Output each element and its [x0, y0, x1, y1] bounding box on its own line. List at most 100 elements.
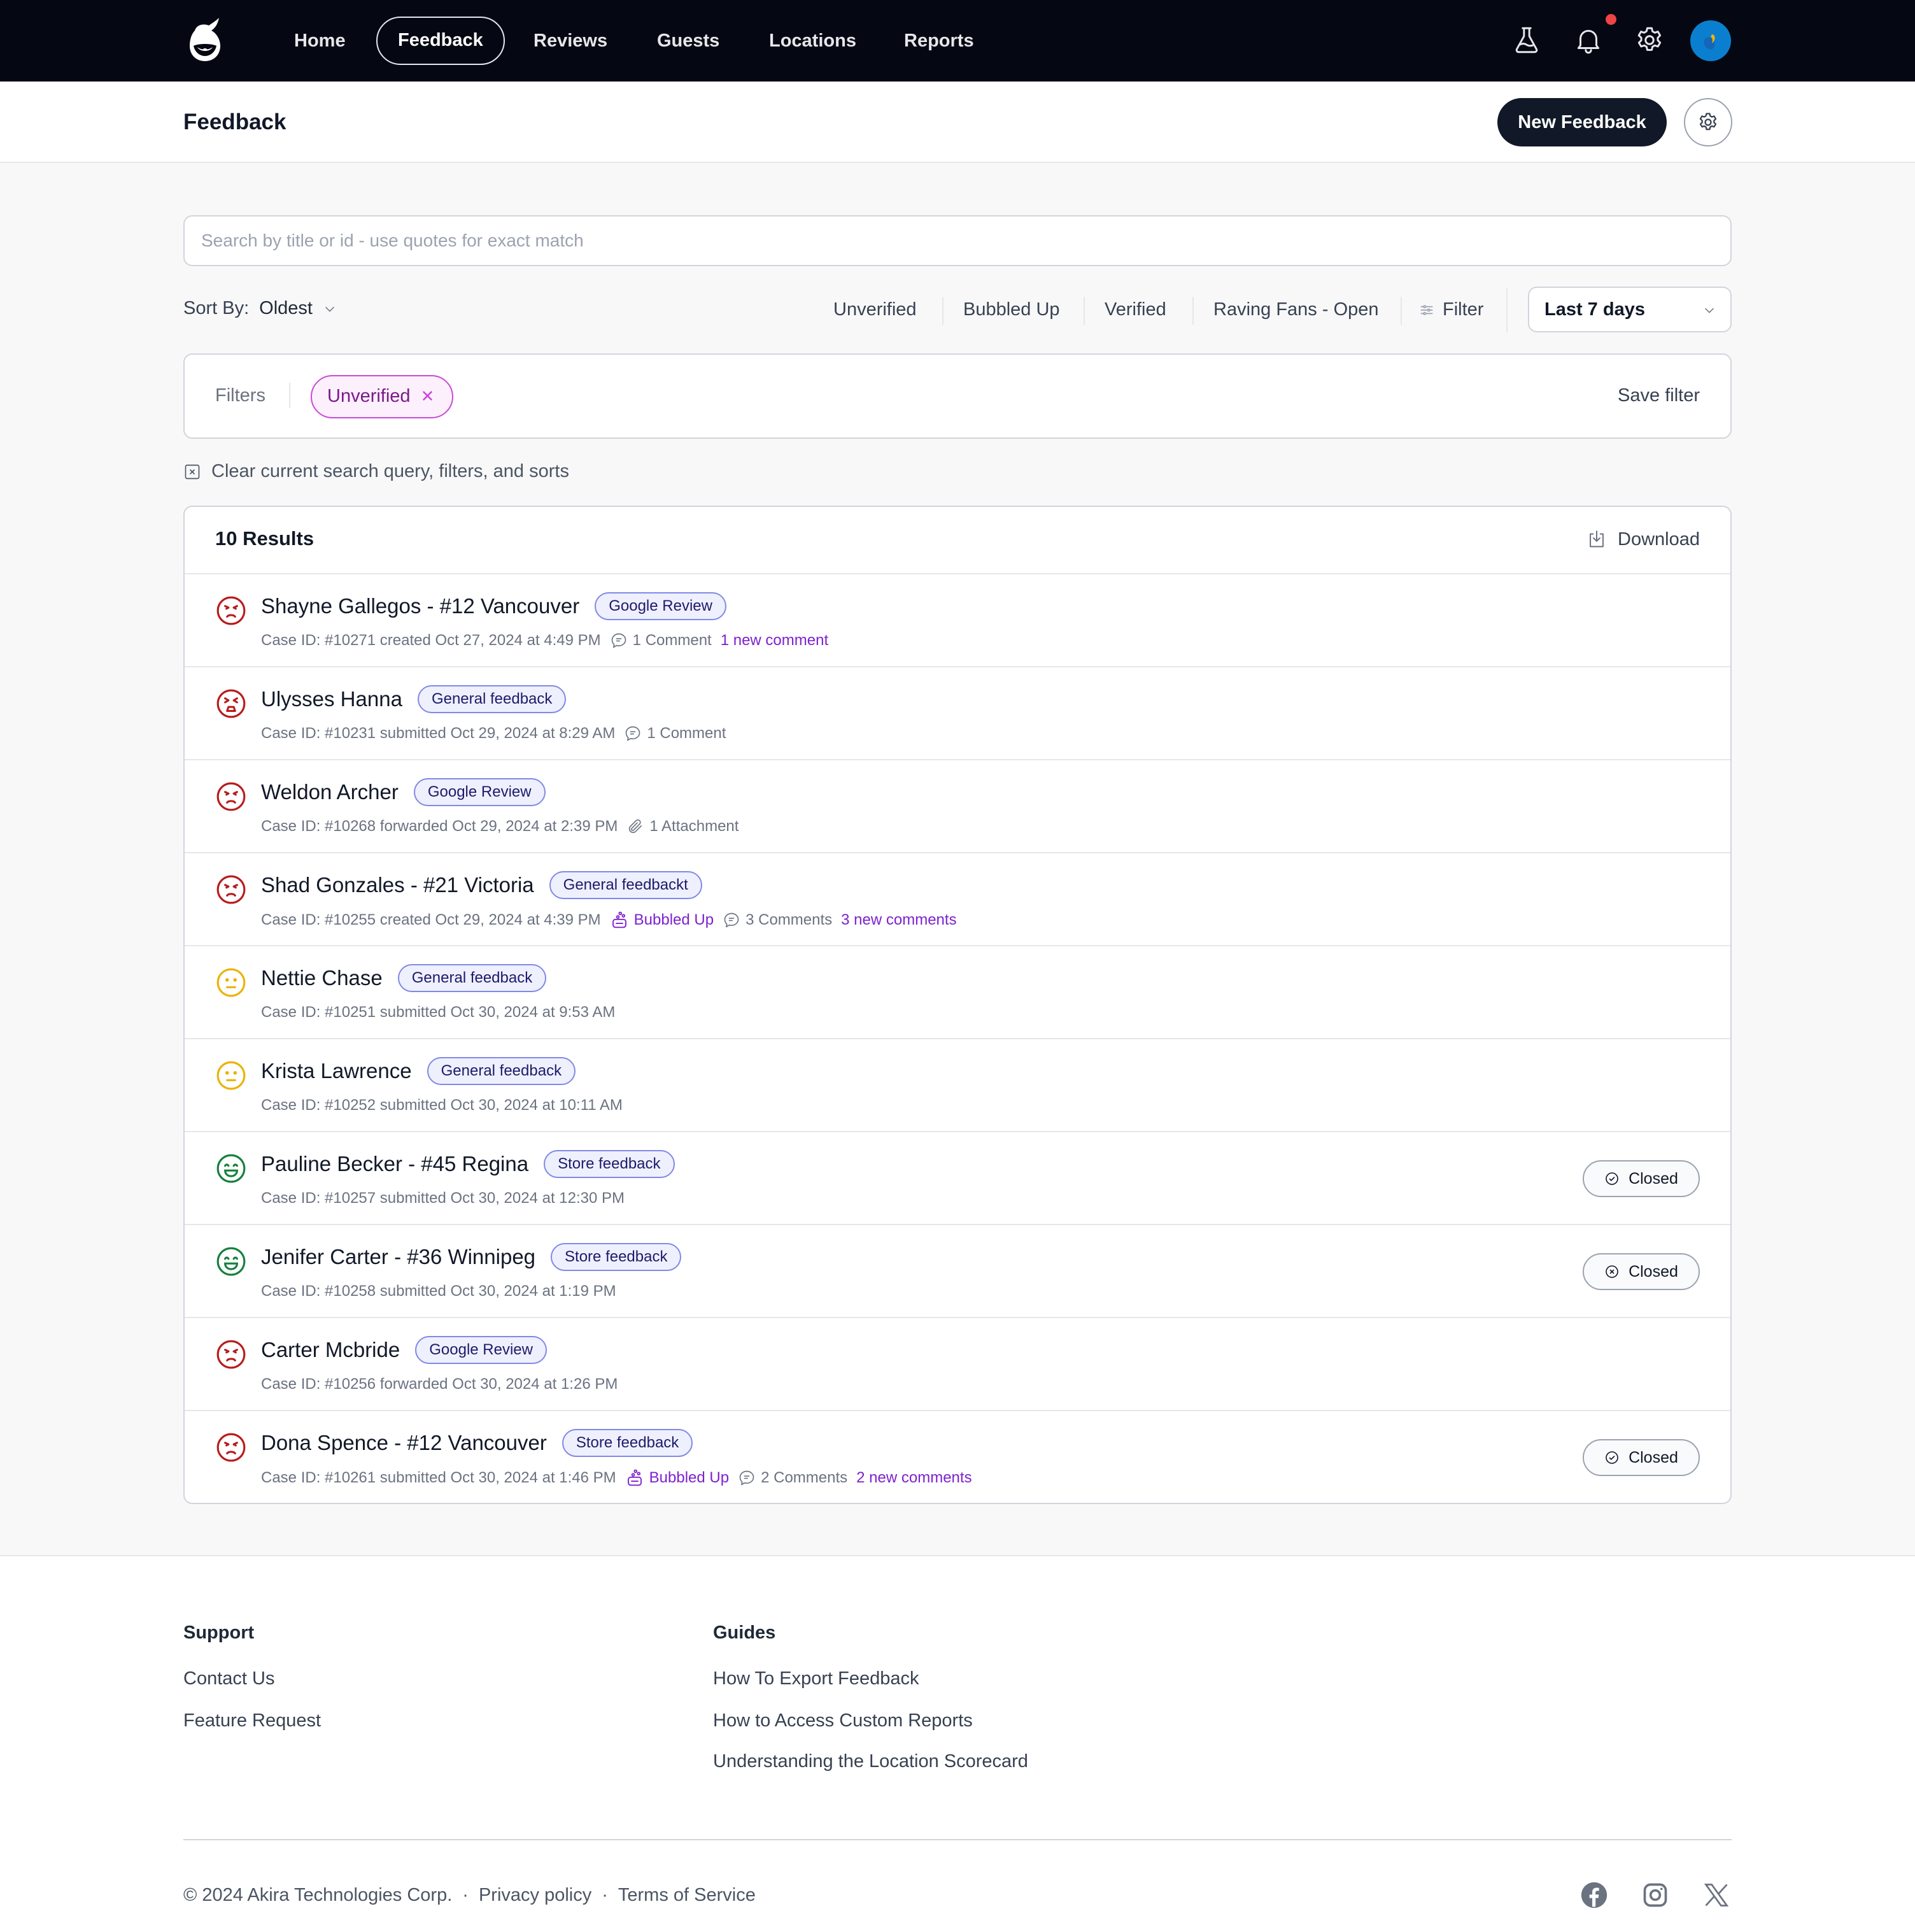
comment-count-item[interactable]: 2 Comments	[738, 1469, 847, 1487]
feedback-title[interactable]: Carter Mcbride	[261, 1338, 400, 1362]
angry-face-icon	[215, 1339, 247, 1370]
feedback-title[interactable]: Krista Lawrence	[261, 1059, 412, 1083]
new-comments-link-item[interactable]: 3 new comments	[841, 911, 956, 929]
feedback-row[interactable]: Dona Spence - #12 Vancouver Store feedba…	[185, 1411, 1730, 1503]
feedback-row[interactable]: Shayne Gallegos - #12 Vancouver Google R…	[185, 574, 1730, 667]
bell-icon[interactable]	[1572, 24, 1604, 56]
filter-chip-unverified[interactable]: Unverified ✕	[311, 375, 454, 418]
save-filter-button[interactable]: Save filter	[1618, 385, 1700, 406]
feedback-title[interactable]: Shayne Gallegos - #12 Vancouver	[261, 594, 579, 618]
nav-reviews[interactable]: Reviews	[513, 17, 628, 65]
instagram-icon[interactable]	[1641, 1881, 1669, 1909]
attachment-count[interactable]: 1 Attachment	[649, 818, 738, 835]
row-title: Dona Spence - #12 Vancouver Store feedba…	[261, 1429, 693, 1457]
results-panel: 10 Results Download Shayne Gallegos - #1…	[183, 506, 1732, 1504]
nav-guests[interactable]: Guests	[637, 17, 740, 65]
flask-icon[interactable]	[1511, 24, 1543, 56]
page-settings-button[interactable]	[1684, 98, 1732, 146]
feedback-title[interactable]: Ulysses Hanna	[261, 687, 402, 711]
new-feedback-button[interactable]: New Feedback	[1497, 98, 1667, 146]
footer-link-contact-us[interactable]: Contact Us	[183, 1668, 274, 1689]
feedback-title[interactable]: Shad Gonzales - #21 Victoria	[261, 873, 534, 897]
case-info: Case ID: #10257 submitted Oct 30, 2024 a…	[261, 1190, 625, 1207]
comment-count[interactable]: 2 Comments	[761, 1469, 847, 1487]
new-comments-link[interactable]: 3 new comments	[841, 911, 956, 929]
feedback-row[interactable]: Pauline Becker - #45 Regina Store feedba…	[185, 1132, 1730, 1225]
nav-locations[interactable]: Locations	[749, 17, 877, 65]
x-icon[interactable]	[1702, 1881, 1730, 1909]
close-icon[interactable]: ✕	[421, 376, 435, 417]
nav-home[interactable]: Home	[274, 17, 366, 65]
new-comments-link[interactable]: 1 new comment	[721, 632, 828, 650]
feedback-row[interactable]: Weldon Archer Google Review Case ID: #10…	[185, 760, 1730, 853]
feedback-row[interactable]: Jenifer Carter - #36 Winnipeg Store feed…	[185, 1225, 1730, 1318]
furious-face-icon	[215, 688, 247, 720]
search-input[interactable]	[183, 215, 1732, 266]
row-meta: Case ID: #10258 submitted Oct 30, 2024 a…	[261, 1282, 616, 1300]
new-comments-link[interactable]: 2 new comments	[856, 1469, 972, 1487]
avatar[interactable]	[1690, 20, 1731, 61]
feedback-title[interactable]: Weldon Archer	[261, 780, 399, 804]
new-comments-link-item[interactable]: 2 new comments	[856, 1469, 972, 1487]
privacy-policy-link[interactable]: Privacy policy	[479, 1885, 591, 1906]
feedback-row[interactable]: Ulysses Hanna General feedback Case ID: …	[185, 667, 1730, 760]
footer-link-export-feedback[interactable]: How To Export Feedback	[713, 1668, 919, 1689]
footer: Support Contact Us Feature Request Guide…	[0, 1555, 1915, 1932]
attachment-count-item[interactable]: 1 Attachment	[626, 818, 738, 835]
divider	[1084, 297, 1085, 325]
comment-count-item[interactable]: 1 Comment	[610, 632, 712, 650]
nav-reports[interactable]: Reports	[884, 17, 994, 65]
quick-filter-verified[interactable]: Verified	[1105, 299, 1166, 320]
feedback-title[interactable]: Dona Spence - #12 Vancouver	[261, 1431, 547, 1455]
feedback-row[interactable]: Carter Mcbride Google Review Case ID: #1…	[185, 1318, 1730, 1411]
comment-count-item[interactable]: 3 Comments	[723, 911, 832, 929]
footer-link-feature-request[interactable]: Feature Request	[183, 1710, 321, 1731]
comment-count-item[interactable]: 1 Comment	[624, 725, 726, 742]
terms-link[interactable]: Terms of Service	[618, 1885, 756, 1906]
status-badge-closed[interactable]: Closed	[1583, 1253, 1700, 1290]
top-navigation: Home Feedback Reviews Guests Locations R…	[0, 0, 1915, 82]
sort-value: Oldest	[259, 298, 313, 318]
row-meta: Case ID: #10256 forwarded Oct 30, 2024 a…	[261, 1375, 618, 1393]
feedback-row[interactable]: Shad Gonzales - #21 Victoria General fee…	[185, 853, 1730, 946]
status-badge-closed[interactable]: Closed	[1583, 1160, 1700, 1197]
clear-search-button[interactable]: Clear current search query, filters, and…	[183, 461, 569, 482]
comment-count[interactable]: 3 Comments	[746, 911, 832, 929]
sort-dropdown[interactable]: Sort By: Oldest	[183, 298, 337, 319]
clear-label: Clear current search query, filters, and…	[211, 461, 569, 481]
date-range-value: Last 7 days	[1544, 299, 1645, 320]
feedback-title[interactable]: Pauline Becker - #45 Regina	[261, 1152, 528, 1176]
gear-icon[interactable]	[1634, 24, 1665, 56]
divider	[1401, 297, 1402, 325]
nav-feedback[interactable]: Feedback	[376, 17, 505, 65]
comment-count[interactable]: 1 Comment	[647, 725, 726, 742]
download-label: Download	[1618, 529, 1700, 550]
feedback-row[interactable]: Nettie Chase General feedback Case ID: #…	[185, 946, 1730, 1039]
quick-filter-bubbled-up[interactable]: Bubbled Up	[963, 299, 1060, 320]
comment-count[interactable]: 1 Comment	[633, 632, 712, 650]
row-title: Carter Mcbride Google Review	[261, 1336, 547, 1364]
x-circle-icon	[1604, 1264, 1620, 1279]
akira-logo[interactable]	[185, 18, 223, 62]
feedback-title[interactable]: Nettie Chase	[261, 966, 383, 990]
facebook-icon[interactable]	[1580, 1881, 1608, 1909]
row-meta: Case ID: #10261 submitted Oct 30, 2024 a…	[261, 1468, 972, 1488]
source-tag: General feedbackt	[549, 871, 702, 899]
row-title: Jenifer Carter - #36 Winnipeg Store feed…	[261, 1243, 682, 1271]
feedback-title[interactable]: Jenifer Carter - #36 Winnipeg	[261, 1245, 535, 1269]
download-button[interactable]: Download	[1586, 529, 1700, 550]
status-badge-closed[interactable]: Closed	[1583, 1439, 1700, 1476]
neutral-face-icon	[215, 967, 247, 998]
footer-link-custom-reports[interactable]: How to Access Custom Reports	[713, 1710, 973, 1731]
new-comments-link-item[interactable]: 1 new comment	[721, 632, 828, 650]
quick-filter-raving-fans-open[interactable]: Raving Fans - Open	[1213, 299, 1379, 320]
check-circle-icon	[1604, 1171, 1620, 1186]
feedback-row[interactable]: Krista Lawrence General feedback Case ID…	[185, 1039, 1730, 1132]
filters-label: Filters	[215, 385, 265, 406]
quick-filter-unverified[interactable]: Unverified	[833, 299, 917, 320]
row-title: Ulysses Hanna General feedback	[261, 685, 567, 713]
row-meta: Case ID: #10268 forwarded Oct 29, 2024 a…	[261, 818, 738, 835]
date-range-select[interactable]: Last 7 days	[1528, 287, 1732, 332]
filter-button[interactable]: Filter	[1418, 299, 1483, 320]
footer-link-location-scorecard[interactable]: Understanding the Location Scorecard	[713, 1751, 1028, 1772]
